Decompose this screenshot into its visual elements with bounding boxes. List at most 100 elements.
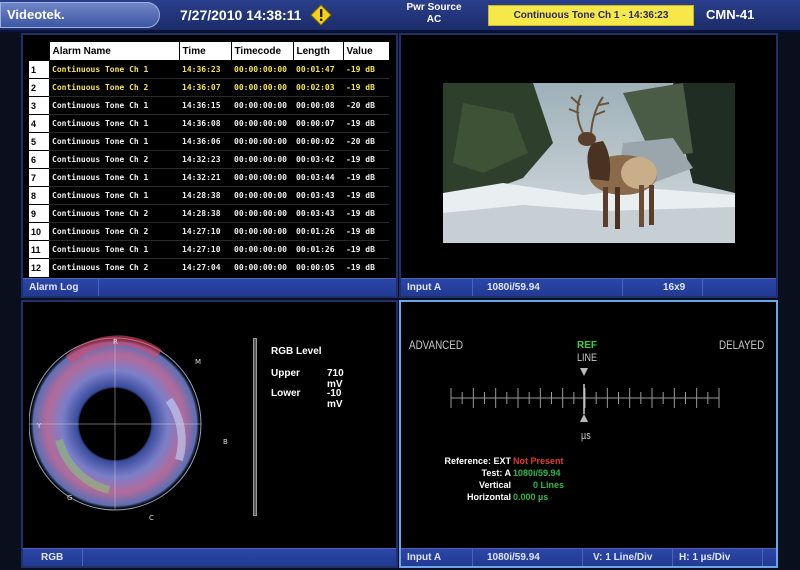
- alarm-value-cell: -19 dB: [343, 78, 389, 97]
- alarm-row[interactable]: 9 Continuous Tone Ch 2 14:28:38 00:00:00:00…: [29, 204, 389, 223]
- picture-format: 1080i/59.94: [473, 279, 623, 296]
- vector-label-cyan: C: [149, 514, 154, 522]
- ref-label: REF: [577, 340, 597, 351]
- alarm-row-number: 6: [29, 150, 49, 169]
- rgb-level-bar: [253, 338, 257, 516]
- alarm-time-cell: 14:27:10: [179, 240, 231, 259]
- column-header[interactable]: Time: [178, 41, 232, 61]
- alarm-log-status-label: Alarm Log: [23, 279, 99, 296]
- alarm-row-number: 4: [29, 114, 49, 133]
- alarm-row-number: 2: [29, 78, 49, 97]
- alarm-name-cell: Continuous Tone Ch 2: [49, 204, 179, 223]
- alarm-time-cell: 14:27:10: [179, 222, 231, 241]
- timing-input: Input A: [401, 549, 473, 566]
- alarm-timecode-cell: 00:00:00:00: [231, 240, 293, 259]
- reference-value: Not Present: [513, 456, 564, 466]
- alarm-name-cell: Continuous Tone Ch 1: [49, 186, 179, 205]
- column-header[interactable]: Timecode: [230, 41, 294, 61]
- alarm-name-cell: Continuous Tone Ch 2: [49, 258, 179, 277]
- warning-icon[interactable]: [310, 4, 332, 26]
- alarm-time-cell: 14:32:21: [179, 168, 231, 187]
- alarm-timecode-cell: 00:00:00:00: [231, 60, 293, 79]
- alarm-length-cell: 00:02:03: [293, 78, 343, 97]
- alarm-value-cell: -20 dB: [343, 96, 389, 115]
- alarm-row[interactable]: 5 Continuous Tone Ch 1 14:36:06 00:00:00:00…: [29, 132, 389, 151]
- alarm-row[interactable]: 2 Continuous Tone Ch 2 14:36:07 00:00:00:00…: [29, 78, 389, 97]
- alarm-name-cell: Continuous Tone Ch 1: [49, 60, 179, 79]
- alarm-row-number: 10: [29, 222, 49, 241]
- column-header[interactable]: Length: [292, 41, 344, 61]
- video-picture: [443, 83, 735, 243]
- brand-logo: Videotek.: [0, 2, 160, 28]
- picture-aspect: 16x9: [623, 279, 703, 296]
- reference-label: Reference: EXT: [444, 456, 511, 466]
- column-header[interactable]: Alarm Name: [48, 41, 180, 61]
- active-alarm-banner[interactable]: Continuous Tone Ch 1 - 14:36:23: [488, 5, 694, 26]
- alarm-row[interactable]: 4 Continuous Tone Ch 1 14:36:08 00:00:00:00…: [29, 114, 389, 133]
- power-source-label: Pwr Source: [406, 2, 462, 13]
- alarm-name-cell: Continuous Tone Ch 2: [49, 78, 179, 97]
- picture-statusbar: Input A 1080i/59.94 16x9: [401, 278, 776, 296]
- row-number-header: [29, 41, 49, 61]
- device-name: CMN-41: [706, 7, 755, 22]
- top-status-bar: Videotek. 7/27/2010 14:38:11 Pwr Source …: [0, 0, 800, 32]
- test-label: Test: A: [481, 468, 511, 478]
- alarm-value-cell: -19 dB: [343, 150, 389, 169]
- alarm-row-number: 3: [29, 96, 49, 115]
- alarm-name-cell: Continuous Tone Ch 1: [49, 114, 179, 133]
- alarm-length-cell: 00:03:43: [293, 204, 343, 223]
- alarm-row[interactable]: 3 Continuous Tone Ch 1 14:36:15 00:00:00:00…: [29, 96, 389, 115]
- alarm-timecode-cell: 00:00:00:00: [231, 168, 293, 187]
- alarm-value-cell: -19 dB: [343, 222, 389, 241]
- alarm-row[interactable]: 11 Continuous Tone Ch 1 14:27:10 00:00:00:0…: [29, 240, 389, 259]
- vector-label-yellow: Y: [36, 422, 42, 430]
- alarm-time-cell: 14:36:15: [179, 96, 231, 115]
- alarm-timecode-cell: 00:00:00:00: [231, 222, 293, 241]
- timing-h-scale: H: 1 µs/Div: [673, 549, 763, 566]
- alarm-row-number: 12: [29, 258, 49, 277]
- alarm-name-cell: Continuous Tone Ch 2: [49, 222, 179, 241]
- alarm-row[interactable]: 1 Continuous Tone Ch 1 14:36:23 00:00:00:00…: [29, 60, 389, 79]
- power-source: Pwr Source AC: [392, 2, 476, 26]
- column-header[interactable]: Value: [342, 41, 390, 61]
- alarm-log-panel[interactable]: Alarm Name Time Timecode Length Value 1C…: [21, 33, 398, 298]
- alarm-length-cell: 00:01:26: [293, 222, 343, 241]
- alarm-length-cell: 00:01:26: [293, 240, 343, 259]
- vectorscope-statusbar: RGB: [23, 548, 396, 566]
- vectorscope-panel[interactable]: R M B C G Y RGB Level Upper 710 mV Lower…: [21, 300, 398, 568]
- alarm-timecode-cell: 00:00:00:00: [231, 78, 293, 97]
- rgb-lower-label: Lower: [271, 388, 301, 399]
- alarm-row[interactable]: 6 Continuous Tone Ch 2 14:32:23 00:00:00:00…: [29, 150, 389, 169]
- alarm-log-statusbar: Alarm Log: [23, 278, 396, 296]
- alarm-row[interactable]: 8 Continuous Tone Ch 1 14:28:38 00:00:00:00…: [29, 186, 389, 205]
- alarm-value-cell: -19 dB: [343, 258, 389, 277]
- picture-panel[interactable]: Input A 1080i/59.94 16x9: [399, 33, 778, 298]
- vector-label-b: B: [223, 438, 228, 446]
- alarm-table-header: Alarm Name Time Timecode Length Value: [29, 41, 390, 61]
- alarm-name-cell: Continuous Tone Ch 1: [49, 96, 179, 115]
- alarm-row[interactable]: 12 Continuous Tone Ch 2 14:27:04 00:00:00:0…: [29, 258, 389, 277]
- alarm-timecode-cell: 00:00:00:00: [231, 258, 293, 277]
- power-source-value: AC: [426, 14, 442, 25]
- alarm-name-cell: Continuous Tone Ch 1: [49, 168, 179, 187]
- alarm-timecode-cell: 00:00:00:00: [231, 186, 293, 205]
- rgb-lower-value: -10 mV: [327, 388, 343, 410]
- timing-statusbar: Input A 1080i/59.94 V: 1 Line/Div H: 1 µ…: [401, 548, 776, 566]
- alarm-row[interactable]: 10 Continuous Tone Ch 2 14:27:10 00:00:00:0…: [29, 222, 389, 241]
- alarm-time-cell: 14:28:38: [179, 186, 231, 205]
- alarm-value-cell: -19 dB: [343, 168, 389, 187]
- alarm-time-cell: 14:36:08: [179, 114, 231, 133]
- alarm-length-cell: 00:00:07: [293, 114, 343, 133]
- timing-panel[interactable]: ADVANCED DELAYED REF LINE µs Reference: …: [399, 300, 778, 568]
- advanced-label: ADVANCED: [409, 338, 463, 352]
- alarm-row[interactable]: 7 Continuous Tone Ch 1 14:32:21 00:00:00:00…: [29, 168, 389, 187]
- ref-arrow-icon: [580, 368, 588, 376]
- alarm-value-cell: -19 dB: [343, 114, 389, 133]
- picture-input: Input A: [401, 279, 473, 296]
- alarm-value-cell: -20 dB: [343, 132, 389, 151]
- vector-label-magenta: M: [195, 358, 201, 366]
- us-label: µs: [581, 430, 591, 442]
- alarm-value-cell: -19 dB: [343, 60, 389, 79]
- alarm-row-number: 1: [29, 60, 49, 79]
- test-value: 1080i/59.94: [513, 468, 561, 478]
